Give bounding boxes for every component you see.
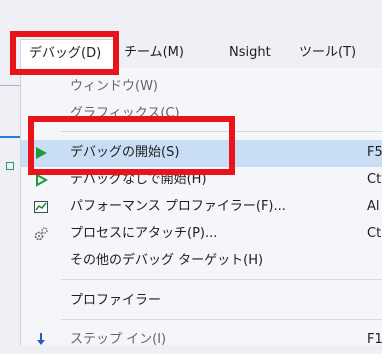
- step-into-icon: [37, 333, 45, 345]
- menu-item-shortcut: Ct: [367, 226, 382, 241]
- debug-menu-dropdown: ウィンドウ(W) グラフィックス(C) デバッグの開始(S) F5 デバッグなし…: [20, 68, 382, 347]
- menu-item-start-without-debugging[interactable]: デバッグなしで開始(H) Ct: [21, 167, 382, 194]
- menu-item-label: グラフィックス(C): [70, 106, 180, 121]
- menu-item-label: ステップ イン(I): [70, 332, 167, 347]
- play-green-icon: [36, 147, 47, 159]
- menu-item-graphics[interactable]: グラフィックス(C): [21, 101, 382, 128]
- menu-nsight[interactable]: Nsight: [229, 44, 271, 62]
- menu-item-label: プロファイラー: [70, 293, 162, 308]
- menu-item-shortcut: Al: [367, 199, 380, 214]
- menu-item-attach-to-process[interactable]: プロセスにアタッチ(P)... Ct: [21, 221, 382, 248]
- menu-tools[interactable]: ツール(T): [299, 44, 356, 62]
- menu-separator: [61, 279, 382, 280]
- menu-bar: デバッグ(D) チーム(M) Nsight ツール(T): [0, 0, 382, 72]
- menu-item-performance-profiler[interactable]: パフォーマンス プロファイラー(F)... Al: [21, 194, 382, 221]
- performance-chart-icon: [34, 201, 48, 213]
- menu-item-profiler[interactable]: プロファイラー: [21, 288, 382, 315]
- menu-item-label: プロセスにアタッチ(P)...: [70, 226, 218, 241]
- menu-separator: [61, 131, 382, 132]
- menu-separator: [61, 319, 382, 320]
- menu-item-label: デバッグの開始(S): [70, 145, 180, 160]
- menu-item-shortcut: F1: [367, 332, 382, 347]
- editor-tab-accent: [0, 136, 20, 138]
- menu-item-window[interactable]: ウィンドウ(W): [21, 74, 382, 101]
- menu-item-step-into[interactable]: ステップ イン(I) F1: [21, 327, 382, 354]
- attach-gears-icon: [34, 227, 48, 241]
- menu-item-start-debugging[interactable]: デバッグの開始(S) F5: [21, 140, 382, 167]
- menu-item-label: ウィンドウ(W): [70, 79, 158, 94]
- menu-item-label: その他のデバッグ ターゲット(H): [70, 253, 264, 268]
- menu-item-other-debug-targets[interactable]: その他のデバッグ ターゲット(H): [21, 248, 382, 275]
- editor-edge-line: [0, 85, 20, 86]
- play-outline-green-icon: [36, 173, 49, 187]
- menu-debug[interactable]: デバッグ(D): [20, 39, 116, 68]
- menu-item-label: デバッグなしで開始(H): [70, 172, 207, 187]
- menu-item-shortcut: Ct: [367, 172, 382, 187]
- menu-item-shortcut: F5: [367, 145, 382, 160]
- editor-collapse-marker: [6, 162, 14, 170]
- menu-team[interactable]: チーム(M): [124, 44, 184, 62]
- menu-item-label: パフォーマンス プロファイラー(F)...: [70, 199, 286, 214]
